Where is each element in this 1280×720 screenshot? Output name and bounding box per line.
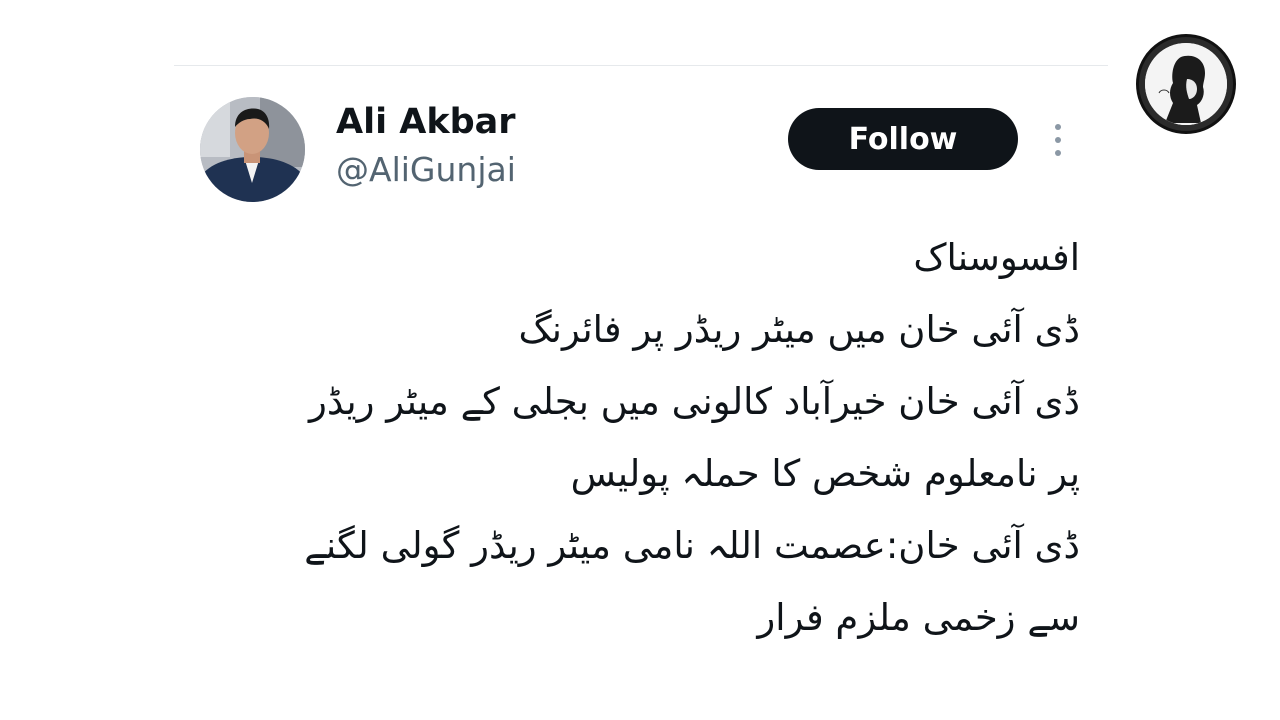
tweet-line: سے زخمی ملزم فرار xyxy=(757,596,1080,639)
tweet-line: افسوسناک xyxy=(913,236,1080,279)
tweet-line: ڈی آئی خان:عصمت اللہ نامی میٹر ریڈر گولی… xyxy=(304,524,1080,567)
tweet-line: ڈی آئی خان میں میٹر ریڈر پر فائرنگ xyxy=(518,308,1080,351)
tweet-line: پر نامعلوم شخص کا حملہ پولیس xyxy=(570,452,1080,495)
channel-logo-icon xyxy=(1136,34,1236,134)
screen: Ali Akbar @AliGunjai Follow افسوسناک ڈی … xyxy=(0,0,1280,720)
more-vertical-icon[interactable] xyxy=(1046,120,1070,160)
follow-button[interactable]: Follow xyxy=(788,108,1018,170)
tweet-text: افسوسناک ڈی آئی خان میں میٹر ریڈر پر فائ… xyxy=(200,222,1080,654)
author-handle[interactable]: @AliGunjai xyxy=(336,148,516,192)
more-dot xyxy=(1055,137,1061,143)
tweet-line: ڈی آئی خان خیرآباد کالونی میں بجلی کے می… xyxy=(309,380,1080,423)
channel-logo-portrait xyxy=(1145,43,1227,125)
more-dot xyxy=(1055,124,1061,130)
avatar-photo xyxy=(200,97,305,202)
more-dot xyxy=(1055,150,1061,156)
avatar[interactable] xyxy=(200,97,305,202)
author-display-name[interactable]: Ali Akbar xyxy=(336,100,516,144)
top-divider xyxy=(174,65,1108,66)
